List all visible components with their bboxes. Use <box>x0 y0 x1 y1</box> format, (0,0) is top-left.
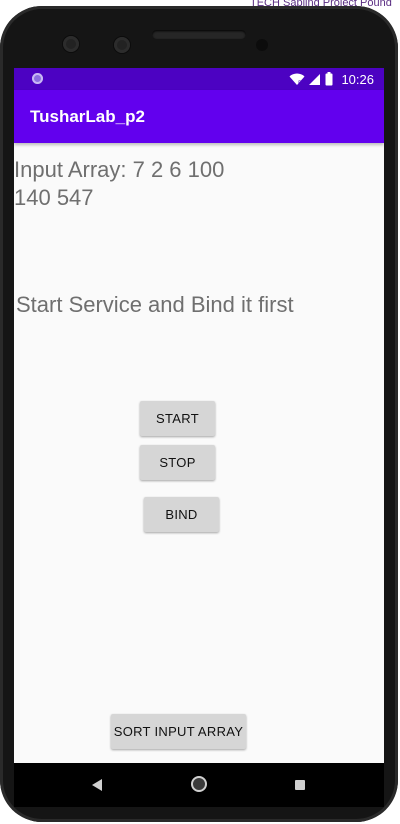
navigation-bar <box>14 763 384 807</box>
back-icon[interactable] <box>92 779 102 791</box>
signal-icon <box>309 73 321 85</box>
earpiece-speaker <box>152 30 246 39</box>
wifi-icon: R <box>289 73 305 86</box>
input-array-line-2: 140 547 <box>14 185 94 210</box>
app-bar: TusharLab_p2 <box>14 90 384 143</box>
svg-text:R: R <box>298 80 302 86</box>
recent-apps-icon[interactable] <box>295 780 305 790</box>
proximity-sensor <box>256 39 268 51</box>
screen: R 10:26 TusharLab_p2 Input Array: 7 2 6 … <box>14 68 384 763</box>
front-camera <box>63 36 79 52</box>
page: TECH Sapling Project Pound R 10:26 Tusha… <box>0 0 400 824</box>
service-status-message: Start Service and Bind it first <box>16 292 294 317</box>
input-array-text: Input Array: 7 2 6 100 140 547 <box>14 156 254 212</box>
start-button[interactable]: START <box>140 401 215 436</box>
front-sensor <box>114 37 130 53</box>
bind-button[interactable]: BIND <box>144 497 219 532</box>
sort-input-array-button[interactable]: SORT INPUT ARRAY <box>111 714 246 749</box>
stop-button[interactable]: STOP <box>140 445 215 480</box>
status-icons: R 10:26 <box>289 68 374 90</box>
input-array-line-1: Input Array: 7 2 6 100 <box>14 157 225 182</box>
home-icon[interactable] <box>191 776 207 792</box>
battery-icon <box>325 72 333 86</box>
app-title: TusharLab_p2 <box>30 107 145 126</box>
status-bar: R 10:26 <box>14 68 384 90</box>
status-time: 10:26 <box>341 71 374 87</box>
notification-dot-icon <box>32 73 43 84</box>
